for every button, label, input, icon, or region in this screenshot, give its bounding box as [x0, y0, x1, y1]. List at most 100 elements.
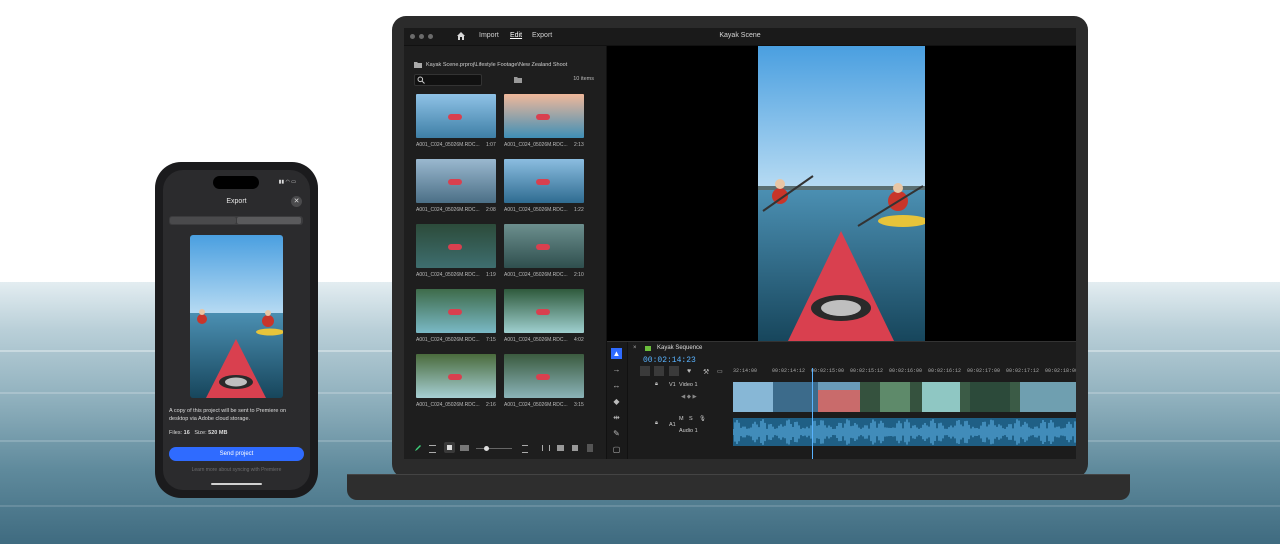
clip-thumbnail[interactable]	[504, 159, 584, 203]
clip-duration: 2:13	[574, 142, 584, 148]
ruler-tick-label: 00:02:16:12	[928, 368, 962, 374]
learn-more-link[interactable]: Learn more about syncing with Premiere	[163, 467, 310, 473]
track-id-a1: A1	[669, 422, 676, 428]
sort-icon[interactable]	[522, 445, 528, 453]
microphone-icon[interactable]: 🎙︎	[699, 416, 706, 422]
lock-icon[interactable]: 🔒︎	[655, 420, 658, 427]
slip-tool-icon[interactable]: ⇹	[611, 412, 622, 423]
new-item-icon[interactable]	[572, 445, 578, 451]
wrench-icon[interactable]: ⚒	[703, 368, 709, 376]
panel-close-icon[interactable]: ×	[633, 345, 637, 351]
close-icon[interactable]: ✕	[291, 196, 302, 207]
pencil-icon[interactable]	[414, 444, 422, 452]
clip-name: A001_C024_05026M.RDC...	[504, 337, 568, 343]
selection-tool-icon[interactable]: ▲	[611, 348, 622, 359]
kayak-shape	[448, 374, 462, 380]
ripple-edit-tool-icon[interactable]: ↔	[611, 380, 622, 391]
linked-selection-icon[interactable]	[654, 366, 664, 376]
export-stats: Files: 16 Size: 520 MB	[169, 430, 227, 436]
breadcrumb-path[interactable]: Kayak Scene.prproj\Lifestyle Footage\New…	[426, 62, 567, 68]
ruler-tick-label: 00:02:14:12	[772, 368, 806, 374]
lock-icon[interactable]: 🔒︎	[655, 381, 658, 388]
export-segmented-control[interactable]	[169, 216, 303, 225]
clip-thumbnail[interactable]	[504, 94, 584, 138]
clip-thumbnail[interactable]	[504, 289, 584, 333]
media-browser-panel: Kayak Scene.prproj\Lifestyle Footage\New…	[404, 46, 607, 459]
new-bin-icon[interactable]	[514, 76, 522, 83]
snap-icon[interactable]	[640, 366, 650, 376]
segment-option[interactable]	[170, 217, 236, 224]
clip-thumbnail[interactable]	[504, 224, 584, 268]
trash-icon[interactable]	[587, 444, 593, 452]
ruler-tick-label: 00:02:17:00	[967, 368, 1001, 374]
ruler-tick-label: 00:02:15:12	[850, 368, 884, 374]
sequence-tab[interactable]: Kayak Sequence	[657, 345, 702, 351]
files-label: Files:	[169, 430, 183, 436]
ruler-tick-label: 32:14:00	[733, 368, 758, 374]
item-count: 10 items	[573, 76, 594, 82]
video-clip[interactable]	[733, 382, 860, 412]
zoom-slider[interactable]	[476, 446, 512, 451]
clip-thumbnail[interactable]	[416, 94, 496, 138]
clip-thumbnail[interactable]	[416, 289, 496, 333]
track-select-tool-icon[interactable]: →	[611, 364, 622, 375]
list-view-icon[interactable]	[429, 445, 436, 453]
grid-view-icon[interactable]	[444, 442, 455, 453]
title-bar: Import Edit Export Kayak Scene	[404, 28, 1076, 46]
add-marker-icon[interactable]	[669, 366, 679, 376]
ruler-tick-label: 00:02:18:00	[1045, 368, 1076, 374]
export-preview	[190, 235, 283, 398]
new-folder-icon[interactable]	[557, 445, 564, 451]
program-video-frame[interactable]	[758, 46, 925, 341]
keyframe-nav-icon[interactable]: ◀ ◆ ▶	[681, 394, 697, 400]
export-title: Export	[226, 198, 247, 205]
clip-duration: 2:08	[486, 207, 496, 213]
premiere-window: Import Edit Export Kayak Scene Kayak Sce…	[404, 28, 1076, 459]
project-title: Kayak Scene	[719, 32, 761, 39]
solo-button[interactable]: S	[689, 416, 693, 422]
clip-duration: 1:22	[574, 207, 584, 213]
kayak-shape	[536, 179, 550, 185]
laptop-base	[347, 474, 1130, 500]
clip-thumbnail[interactable]	[504, 354, 584, 398]
timecode-display[interactable]: 00:02:14:23	[643, 356, 696, 365]
razor-tool-icon[interactable]: ◆	[611, 396, 622, 407]
marker-icon[interactable]: ♥	[687, 368, 691, 375]
zoom-slider-handle[interactable]	[484, 446, 489, 451]
clip-name: A001_C024_05026M.RDC...	[504, 207, 568, 213]
track-name-video: Video 1	[679, 382, 698, 388]
send-project-button[interactable]: Send project	[169, 447, 304, 461]
kayak-shape	[448, 309, 462, 315]
kayak-shape	[536, 374, 550, 380]
ruler-tick-label: 00:02:16:00	[889, 368, 923, 374]
files-value: 16	[183, 430, 190, 436]
audio-waveform	[732, 419, 1076, 445]
playhead[interactable]	[812, 368, 813, 459]
hand-tool-icon[interactable]: ▢	[611, 444, 622, 455]
kayak-shape	[536, 244, 550, 250]
clip-thumbnail[interactable]	[416, 224, 496, 268]
clip-duration: 3:15	[574, 402, 584, 408]
pen-tool-icon[interactable]: ✎	[611, 428, 622, 439]
size-value: 520 MB	[208, 430, 228, 436]
mute-button[interactable]: M	[679, 416, 684, 422]
clip-name: A001_C024_05026M.RDC...	[504, 402, 568, 408]
media-search-input[interactable]	[414, 74, 482, 86]
clip-name: A001_C024_05026M.RDC...	[416, 142, 480, 148]
clip-name: A001_C024_05026M.RDC...	[416, 337, 480, 343]
freeform-view-icon[interactable]	[460, 445, 469, 451]
search-icon	[417, 76, 425, 84]
captions-icon[interactable]: ▭	[717, 368, 723, 375]
clip-thumbnail[interactable]	[416, 159, 496, 203]
folder-icon	[414, 62, 422, 68]
sequence-icon	[645, 346, 651, 351]
segment-option[interactable]	[237, 217, 301, 224]
waveform-path	[732, 419, 1076, 445]
video-clip[interactable]	[860, 382, 960, 412]
video-clip[interactable]	[960, 382, 1076, 412]
clip-name: A001_C024_05026M.RDC...	[416, 402, 480, 408]
clip-duration: 7:15	[486, 337, 496, 343]
audio-clip[interactable]	[732, 418, 1076, 446]
automate-icon[interactable]	[542, 445, 550, 451]
clip-thumbnail[interactable]	[416, 354, 496, 398]
